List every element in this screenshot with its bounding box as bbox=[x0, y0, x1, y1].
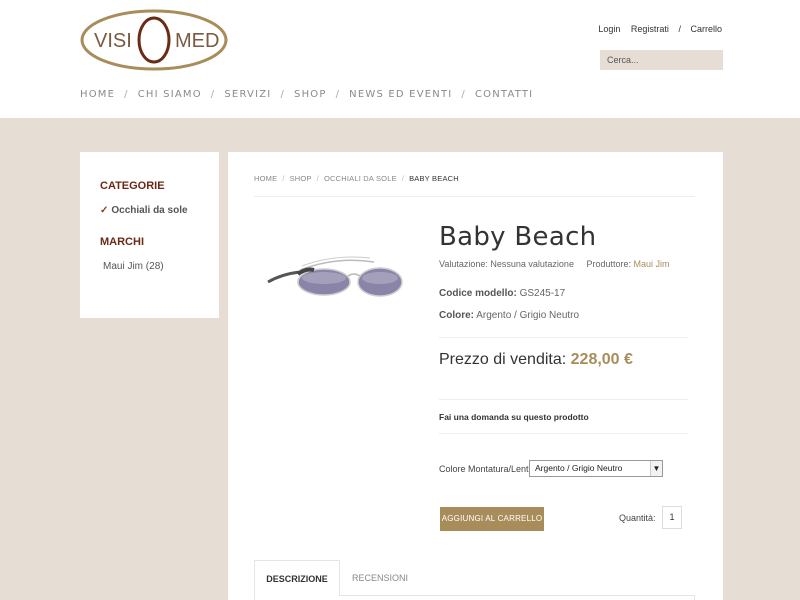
nav-home[interactable]: HOME bbox=[80, 89, 115, 100]
main-nav: HOME / CHI SIAMO / SERVIZI / SHOP / NEWS ED EVEN… bbox=[80, 89, 533, 100]
ask-question-link[interactable]: Fai una domanda su questo prodotto bbox=[439, 412, 589, 422]
divider bbox=[439, 337, 688, 338]
quantity-input[interactable]: 1 bbox=[662, 506, 682, 529]
model-spec: Codice modello: GS245-17 bbox=[439, 288, 565, 299]
nav-sep: / bbox=[461, 89, 466, 100]
color-label: Colore: bbox=[439, 310, 474, 321]
producer-link[interactable]: Maui Jim bbox=[634, 259, 670, 269]
divider bbox=[254, 196, 695, 197]
model-label: Codice modello: bbox=[439, 288, 517, 299]
quantity-label: Quantità: bbox=[619, 513, 656, 523]
add-to-cart-button[interactable]: AGGIUNGI AL CARRELLO bbox=[440, 507, 544, 531]
product-meta: Valutazione: Nessuna valutazione Produtt… bbox=[439, 259, 670, 269]
check-icon: ✓ bbox=[100, 205, 109, 216]
nav-sep: / bbox=[210, 89, 216, 100]
top-links-separator: / bbox=[678, 24, 681, 34]
tab-content bbox=[254, 596, 695, 600]
breadcrumb: HOME / SHOP / OCCHIALI DA SOLE / BABY BEACH bbox=[254, 174, 459, 183]
brand-item-maui-jim[interactable]: Maui Jim (28) bbox=[103, 261, 164, 272]
logo-text-left: VISI bbox=[94, 30, 132, 52]
logo-o-ring bbox=[137, 16, 171, 64]
brands-heading: MARCHI bbox=[100, 236, 144, 248]
breadcrumb-home[interactable]: HOME bbox=[254, 174, 277, 183]
nav-sep: / bbox=[280, 89, 286, 100]
producer-label: Produttore: bbox=[586, 259, 631, 269]
price: Prezzo di vendita: 228,00 € bbox=[439, 351, 633, 369]
model-value: GS245-17 bbox=[519, 288, 566, 299]
category-item-occhiali[interactable]: ✓ Occhiali da sole bbox=[100, 205, 188, 216]
nav-news-ed-eventi[interactable]: NEWS ED EVENTI bbox=[349, 89, 452, 100]
product-panel: HOME / SHOP / OCCHIALI DA SOLE / BABY BEACH Ba… bbox=[228, 152, 723, 600]
chevron-down-icon[interactable]: ▼ bbox=[650, 461, 662, 476]
color-spec: Colore: Argento / Grigio Neutro bbox=[439, 310, 579, 321]
divider bbox=[439, 433, 688, 434]
product-title: Baby Beach bbox=[439, 222, 597, 252]
brand-count: (28) bbox=[145, 261, 164, 272]
cart-link[interactable]: Carrello bbox=[690, 24, 722, 34]
price-label: Prezzo di vendita: bbox=[439, 351, 567, 368]
category-label: Occhiali da sole bbox=[111, 205, 188, 216]
tab-reviews[interactable]: RECENSIONI bbox=[340, 560, 420, 596]
logo-text-right: MED bbox=[175, 30, 219, 52]
nav-shop[interactable]: SHOP bbox=[294, 89, 327, 100]
rating-label: Valutazione: bbox=[439, 259, 488, 269]
select-value: Argento / Grigio Neutro bbox=[535, 463, 623, 473]
nav-sep: / bbox=[335, 89, 341, 100]
breadcrumb-current: BABY BEACH bbox=[409, 174, 459, 183]
search-input[interactable] bbox=[600, 50, 723, 70]
color-value: Argento / Grigio Neutro bbox=[476, 310, 580, 321]
visiomed-logo[interactable]: VISI MED bbox=[80, 9, 228, 71]
breadcrumb-shop[interactable]: SHOP bbox=[290, 174, 312, 183]
register-link[interactable]: Registrati bbox=[631, 24, 669, 34]
tab-description[interactable]: DESCRIZIONE bbox=[254, 560, 340, 596]
top-links: Login Registrati / Carrello bbox=[598, 24, 722, 34]
frame-lens-select[interactable]: Argento / Grigio Neutro ▼ bbox=[529, 460, 663, 477]
breadcrumb-occhiali[interactable]: OCCHIALI DA SOLE bbox=[324, 174, 397, 183]
brand-label: Maui Jim bbox=[103, 261, 144, 272]
header: VISI MED Login Registrati / Carrello HOM… bbox=[0, 0, 800, 118]
product-tabs: DESCRIZIONE RECENSIONI bbox=[254, 560, 695, 600]
breadcrumb-sep: / bbox=[316, 174, 319, 183]
nav-contatti[interactable]: CONTATTI bbox=[475, 89, 533, 100]
login-link[interactable]: Login bbox=[598, 24, 620, 34]
breadcrumb-sep: / bbox=[282, 174, 285, 183]
nav-servizi[interactable]: SERVIZI bbox=[224, 89, 271, 100]
option-label: Colore Montatura/Lenti bbox=[439, 464, 531, 474]
rating-value: Nessuna valutazione bbox=[490, 259, 574, 269]
categories-heading: CATEGORIE bbox=[100, 180, 165, 192]
price-value: 228,00 € bbox=[570, 351, 633, 368]
nav-chi-siamo[interactable]: CHI SIAMO bbox=[138, 89, 202, 100]
product-image-sunglasses[interactable] bbox=[262, 244, 406, 306]
divider bbox=[439, 399, 688, 400]
breadcrumb-sep: / bbox=[401, 174, 405, 183]
sidebar: CATEGORIE ✓ Occhiali da sole MARCHI Maui … bbox=[80, 152, 219, 318]
nav-sep: / bbox=[124, 89, 129, 100]
